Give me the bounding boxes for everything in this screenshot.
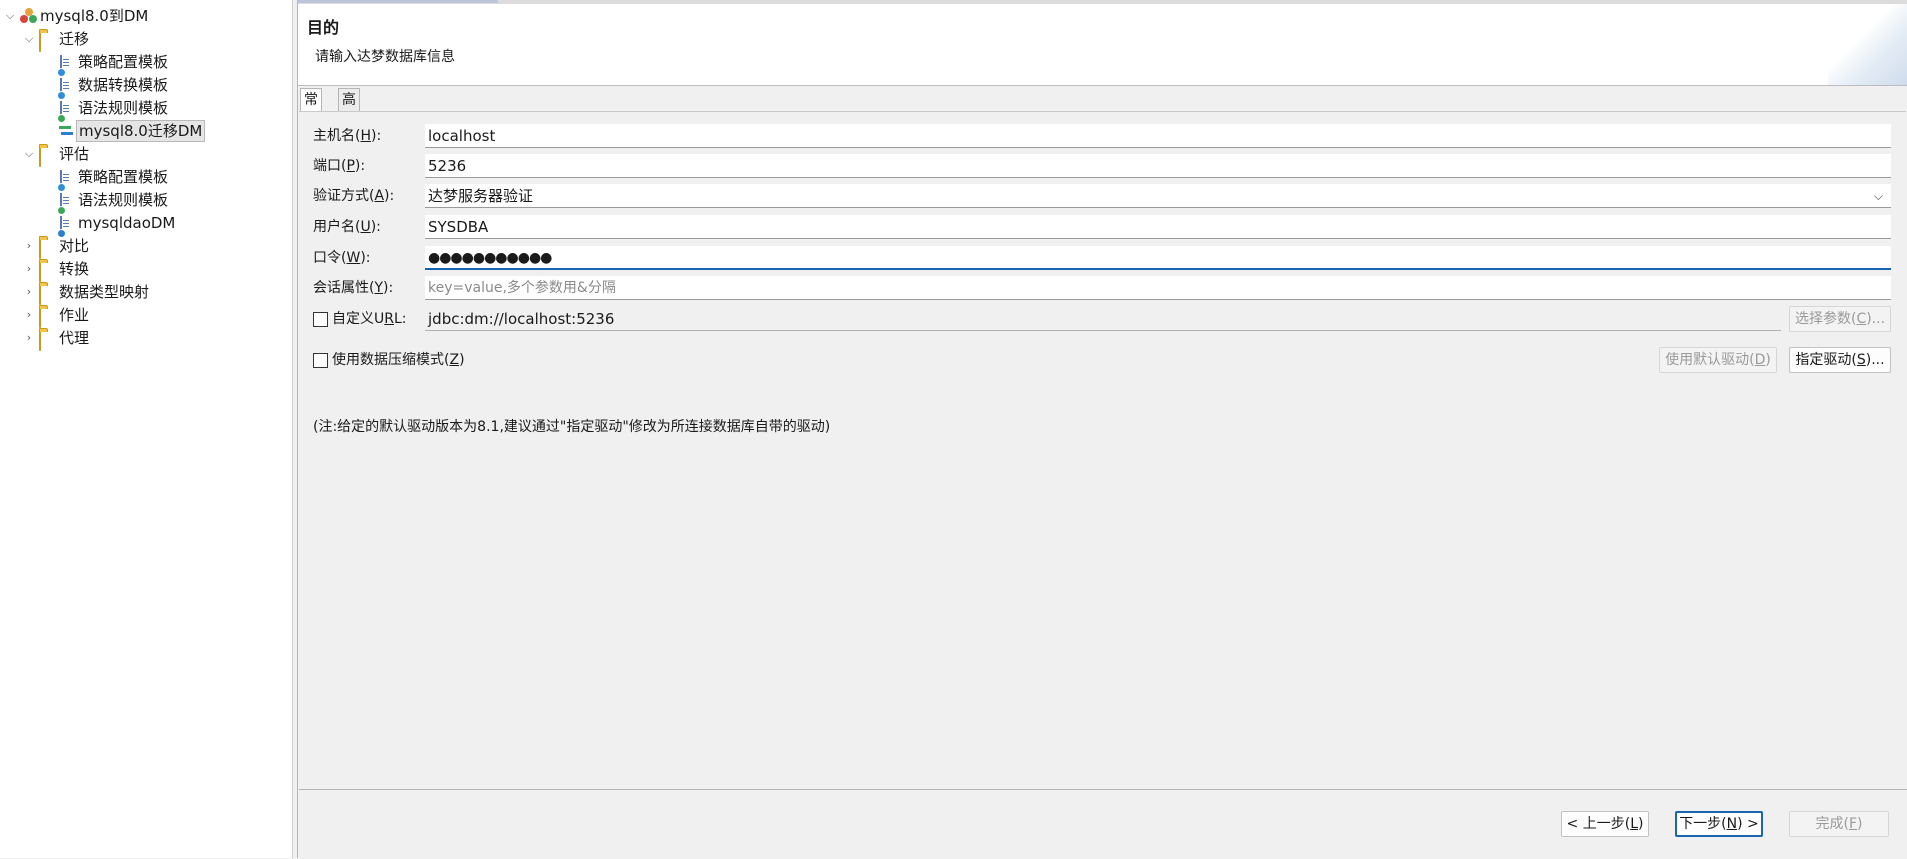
migration-icon (58, 123, 75, 139)
tree-label: 评估 (59, 145, 90, 163)
wizard-dialog: 目的 请输入达梦数据库信息 常规 高级 主机名(H): localhost 端口… (297, 0, 1907, 859)
user-label: 用户名(U): (313, 219, 381, 235)
template-icon (57, 77, 75, 100)
tree-label: 对比 (59, 237, 90, 255)
tree-label: 策略配置模板 (78, 53, 169, 71)
tree-label: mysql8.0到DM (40, 7, 149, 25)
tree-label: 语法规则模板 (78, 191, 169, 209)
tree-label: 语法规则模板 (78, 99, 169, 117)
folder-icon (39, 330, 56, 351)
tree-label: 数据转换模板 (78, 76, 169, 94)
tree-label: 转换 (59, 260, 90, 278)
template-icon (57, 169, 75, 192)
tree-label: 迁移 (59, 30, 90, 48)
auth-selected-value: 达梦服务器验证 (428, 187, 534, 205)
custom-url-checkbox[interactable] (313, 312, 328, 327)
compression-checkbox[interactable] (313, 353, 328, 368)
chevron-down-icon[interactable]: ⌵ (1874, 184, 1883, 207)
page-title: 目的 (307, 18, 340, 37)
compression-label: 使用数据压缩模式(Z) (332, 352, 465, 368)
tree-label: 数据类型映射 (59, 283, 150, 301)
finish-button: 完成(F) (1789, 811, 1889, 837)
session-props-label: 会话属性(Y): (313, 280, 394, 296)
chevron-right-icon[interactable]: › (22, 258, 36, 280)
default-driver-button: 使用默认驱动(D) (1659, 347, 1777, 373)
tab-panel-general: 主机名(H): localhost 端口(P): 5236 验证方式(A): 达… (299, 111, 1906, 790)
custom-url-input: jdbc:dm://localhost:5236 (425, 307, 1781, 331)
port-input[interactable]: 5236 (425, 154, 1891, 178)
folder-icon (39, 307, 56, 328)
template-icon (57, 192, 75, 215)
tree-label: 策略配置模板 (78, 168, 169, 186)
navigator-tree: ⌵ mysql8.0到DM ⌵ 迁移 策略配置模板 数据转换模板 语法规则模板 … (0, 0, 293, 858)
template-icon (57, 100, 75, 123)
password-label: 口令(W): (313, 250, 371, 266)
next-button[interactable]: 下一步(N) > (1675, 811, 1763, 837)
session-props-input[interactable]: key=value,多个参数用&分隔 (425, 276, 1891, 300)
chevron-right-icon[interactable]: › (22, 327, 36, 349)
folder-icon (39, 238, 56, 259)
chevron-right-icon[interactable]: › (22, 235, 36, 257)
port-label: 端口(P): (313, 158, 366, 174)
tree-label: mysqldaoDM (78, 214, 176, 232)
wizard-header: 目的 请输入达梦数据库信息 (298, 4, 1907, 86)
chevron-right-icon[interactable]: › (22, 281, 36, 303)
select-params-button: 选择参数(C)... (1789, 306, 1891, 332)
folder-open-icon (39, 31, 56, 52)
tree-label: mysql8.0迁移DM (76, 120, 206, 142)
folder-icon (39, 284, 56, 305)
assessment-icon (57, 215, 75, 238)
folder-open-icon (39, 146, 56, 167)
page-description: 请输入达梦数据库信息 (315, 49, 455, 65)
tab-general[interactable]: 常规 (300, 88, 322, 130)
auth-select[interactable]: 达梦服务器验证 ⌵ (425, 184, 1891, 208)
host-label: 主机名(H): (313, 128, 382, 144)
chevron-down-icon[interactable]: ⌵ (3, 5, 17, 27)
specify-driver-button[interactable]: 指定驱动(S)... (1789, 347, 1891, 373)
folder-icon (39, 261, 56, 282)
auth-label: 验证方式(A): (313, 188, 395, 204)
project-icon (20, 8, 37, 24)
user-input[interactable]: SYSDBA (425, 215, 1891, 239)
chevron-down-icon[interactable]: ⌵ (22, 143, 36, 165)
prev-button[interactable]: < 上一步(L) (1561, 811, 1649, 837)
driver-note: (注:给定的默认驱动版本为8.1,建议通过"指定驱动"修改为所连接数据库自带的驱… (313, 419, 831, 435)
tree-label: 代理 (59, 329, 90, 347)
header-banner-graphic (1828, 4, 1907, 85)
chevron-right-icon[interactable]: › (22, 304, 36, 326)
host-input[interactable]: localhost (425, 124, 1891, 148)
chevron-down-icon[interactable]: ⌵ (22, 28, 36, 50)
password-input[interactable]: ●●●●●●●●●●● (425, 246, 1891, 270)
tree-label: 作业 (59, 306, 90, 324)
wizard-footer: < 上一步(L) 下一步(N) > 完成(F) (299, 789, 1907, 859)
tab-advanced[interactable]: 高级 (338, 88, 360, 130)
custom-url-label: 自定义URL: (332, 311, 407, 327)
template-icon (57, 54, 75, 77)
